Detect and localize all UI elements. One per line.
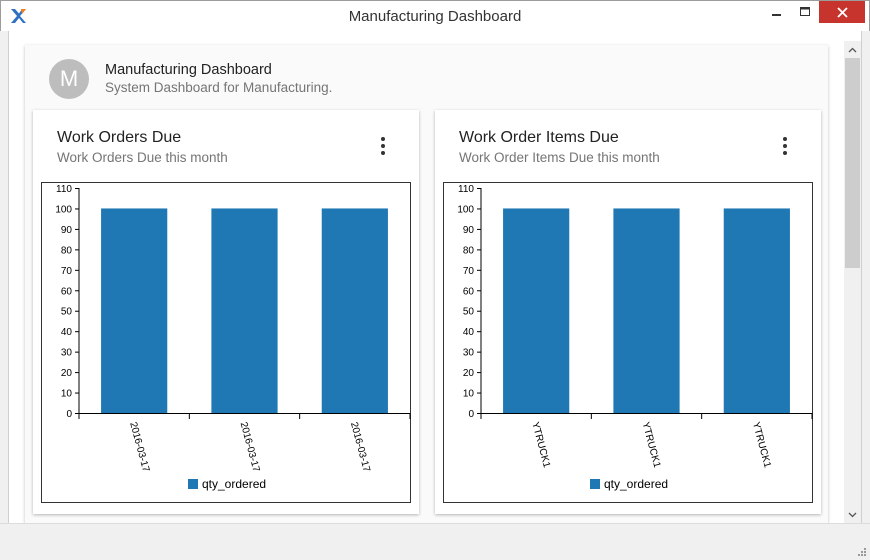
y-tick-label: 30 <box>463 348 475 359</box>
y-tick-label: 40 <box>463 327 475 338</box>
more-options-icon[interactable] <box>373 136 393 156</box>
maximize-button[interactable] <box>791 1 819 23</box>
avatar: M <box>49 59 89 99</box>
close-icon <box>836 6 848 18</box>
y-tick-label: 100 <box>457 204 474 215</box>
y-tick-label: 90 <box>61 225 73 236</box>
y-tick-label: 70 <box>61 266 73 277</box>
work-order-items-chart: 0102030405060708090100110YTRUCK1 YTRUCK1 Y… <box>443 182 813 503</box>
bar <box>101 208 168 413</box>
y-tick-label: 80 <box>61 245 73 256</box>
y-tick-label: 50 <box>61 307 73 318</box>
bar <box>211 208 278 413</box>
minimize-icon <box>772 14 781 16</box>
legend-label: qty_ordered <box>604 477 668 491</box>
bar <box>613 208 680 413</box>
close-button[interactable] <box>819 1 865 23</box>
y-tick-label: 0 <box>468 409 474 420</box>
dashboard-title: Manufacturing Dashboard <box>105 62 272 78</box>
y-tick-label: 10 <box>463 389 475 400</box>
y-tick-label: 10 <box>61 389 73 400</box>
y-tick-label: 60 <box>61 286 73 297</box>
legend-swatch <box>188 479 198 489</box>
bar <box>503 208 570 413</box>
y-tick-label: 110 <box>458 184 474 195</box>
scroll-up-button[interactable] <box>844 41 861 58</box>
dashboard-card: M Manufacturing Dashboard System Dashboa… <box>25 45 828 523</box>
y-tick-label: 110 <box>56 184 72 195</box>
panel-title: Work Order Items Due <box>459 129 619 146</box>
y-tick-label: 60 <box>463 286 475 297</box>
window-titlebar[interactable]: Manufacturing Dashboard <box>0 0 870 31</box>
legend-swatch <box>590 479 600 489</box>
y-tick-label: 80 <box>463 245 475 256</box>
y-tick-label: 100 <box>55 204 72 215</box>
resize-grip-icon[interactable] <box>856 546 866 556</box>
bar <box>321 208 388 413</box>
vertical-scrollbar[interactable] <box>844 41 861 523</box>
work-orders-due-panel: Work Orders Due Work Orders Due this mon… <box>33 110 419 514</box>
work-order-items-due-panel: Work Order Items Due Work Order Items Du… <box>435 110 821 514</box>
work-orders-chart: 01020304050607080901001102016-03-17 2016-… <box>41 182 411 503</box>
dashboard-content-area[interactable]: M Manufacturing Dashboard System Dashboa… <box>8 31 862 523</box>
y-tick-label: 70 <box>463 266 475 277</box>
chevron-down-icon <box>848 512 857 517</box>
y-tick-label: 90 <box>463 225 475 236</box>
minimize-button[interactable] <box>763 1 791 23</box>
y-tick-label: 0 <box>66 409 72 420</box>
legend-label: qty_ordered <box>202 477 266 491</box>
window-title: Manufacturing Dashboard <box>348 8 522 25</box>
window-status-bar <box>0 523 870 560</box>
dashboard-subtitle: System Dashboard for Manufacturing. <box>105 80 333 95</box>
y-tick-label: 30 <box>61 348 73 359</box>
more-options-icon[interactable] <box>775 136 795 156</box>
chevron-up-icon <box>848 47 857 52</box>
panel-title: Work Orders Due <box>57 129 182 146</box>
y-tick-label: 40 <box>61 327 73 338</box>
bar <box>723 208 790 413</box>
panel-subtitle: Work Order Items Due this month <box>459 150 660 165</box>
scroll-down-button[interactable] <box>844 506 861 523</box>
y-tick-label: 20 <box>463 368 475 379</box>
y-tick-label: 20 <box>61 368 73 379</box>
scrollbar-thumb[interactable] <box>845 58 860 268</box>
y-tick-label: 50 <box>463 307 475 318</box>
maximize-icon <box>800 7 810 16</box>
panel-subtitle: Work Orders Due this month <box>57 150 228 165</box>
